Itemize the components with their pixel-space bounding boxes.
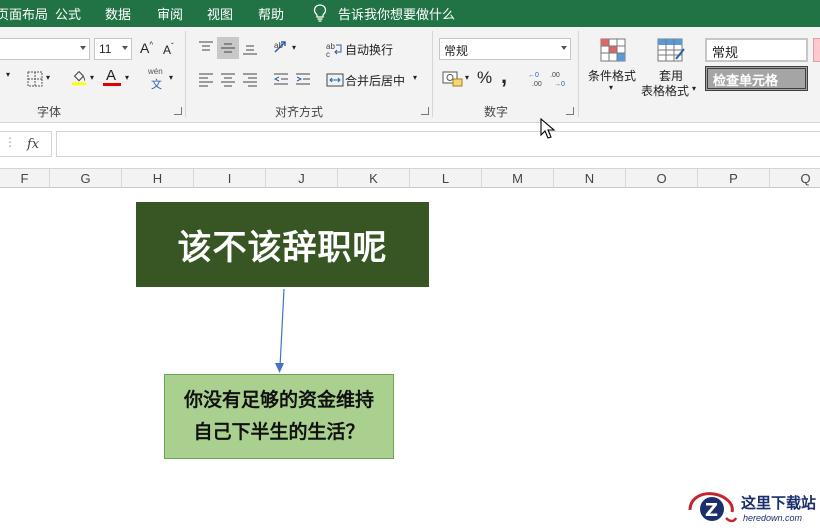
align-top-icon[interactable] — [197, 39, 215, 57]
column-header[interactable]: J — [266, 169, 338, 189]
align-center-icon[interactable] — [219, 70, 237, 88]
lightbulb-icon — [313, 4, 327, 22]
svg-text:ab: ab — [274, 41, 283, 50]
align-bottom-icon[interactable] — [241, 39, 259, 57]
svg-text:←0: ←0 — [528, 72, 539, 79]
wrap-text-button[interactable]: 自动换行 — [345, 41, 393, 58]
increase-decimal-icon[interactable]: ←0 .00 — [528, 69, 548, 87]
column-header[interactable]: Q — [770, 169, 820, 189]
number-group-launcher[interactable] — [566, 107, 574, 115]
number-format-dropdown[interactable]: 常规 — [439, 38, 571, 60]
font-size-value: 11 — [99, 42, 112, 56]
mouse-pointer-icon — [540, 118, 556, 139]
font-color-button[interactable]: A — [103, 67, 121, 87]
decrease-decimal-icon[interactable]: .00 →0 — [550, 69, 570, 87]
style-check-cell[interactable]: 检查单元格 — [705, 66, 808, 91]
alignment-group-launcher[interactable] — [421, 107, 429, 115]
column-header[interactable]: I — [194, 169, 266, 189]
font-name-dropdown[interactable] — [0, 38, 90, 60]
font-group-launcher[interactable] — [174, 107, 182, 115]
formula-bar: ⋮ fx — [0, 123, 820, 168]
column-header[interactable]: P — [698, 169, 770, 189]
align-right-icon[interactable] — [241, 70, 259, 88]
watermark-name: 这里下载站 — [741, 494, 817, 512]
number-group-label: 数字 — [484, 105, 509, 119]
column-headers: F G H I J K L M N O P Q — [0, 168, 820, 189]
fill-color-icon[interactable] — [70, 68, 88, 86]
style-bad[interactable] — [813, 38, 820, 62]
tab-formulas[interactable]: 公式 — [55, 4, 81, 23]
shrink-font-button[interactable]: Aˇ — [163, 42, 174, 57]
tab-review[interactable]: 审阅 — [157, 4, 183, 23]
question-line-1: 你没有足够的资金维持 — [183, 389, 374, 411]
insert-function-button[interactable]: fx — [27, 137, 39, 152]
question-line-2: 自己下半生的生活？ — [193, 421, 365, 443]
column-header[interactable]: G — [50, 169, 122, 189]
font-color-bar — [103, 83, 121, 86]
comma-style-button[interactable]: , — [501, 63, 507, 89]
column-header[interactable]: O — [626, 169, 698, 189]
merge-center-icon[interactable] — [326, 71, 344, 89]
tab-page-layout[interactable]: 页面布局 — [0, 4, 48, 23]
align-left-icon[interactable] — [197, 70, 215, 88]
font-size-dropdown[interactable]: 11 — [94, 38, 132, 60]
column-header[interactable]: M — [482, 169, 554, 189]
phonetic-guide-button[interactable]: wén 文 — [148, 67, 166, 91]
worksheet-grid[interactable]: 该不该辞职呢 你没有足够的资金维持 自己下半生的生活？ — [0, 188, 820, 528]
ribbon-tab-bar: 页面布局 公式 数据 审阅 视图 帮助 告诉我你想要做什么 — [0, 0, 820, 27]
borders-icon[interactable] — [26, 70, 44, 88]
percent-style-button[interactable]: % — [477, 68, 492, 88]
accounting-format-icon[interactable] — [441, 69, 465, 87]
decrease-indent-icon[interactable] — [272, 70, 290, 88]
wrap-text-icon[interactable]: ab c — [326, 40, 344, 58]
svg-text:→0: →0 — [554, 81, 565, 87]
format-as-table-button[interactable]: 表格格式 — [641, 82, 689, 99]
conditional-formatting-icon[interactable] — [598, 37, 628, 63]
tab-data[interactable]: 数据 — [105, 4, 131, 23]
column-header[interactable]: F — [0, 169, 50, 189]
formula-input[interactable] — [56, 131, 820, 157]
underline-dropdown-arrow[interactable]: ▾ — [6, 70, 10, 79]
font-group-label: 字体 — [37, 105, 62, 119]
title-shape-text: 该不该辞职呢 — [177, 229, 388, 267]
watermark-url: heredown.com — [743, 513, 803, 523]
formula-bar-controls: ⋮ fx — [0, 131, 52, 157]
conditional-formatting-button[interactable]: 条件格式 — [588, 67, 636, 84]
connector-arrow[interactable] — [270, 287, 300, 377]
number-format-value: 常规 — [444, 44, 469, 58]
format-as-table-icon[interactable] — [656, 37, 686, 63]
style-normal[interactable]: 常规 — [705, 38, 808, 62]
column-header[interactable]: N — [554, 169, 626, 189]
orientation-icon[interactable]: ab — [272, 38, 290, 56]
svg-text:.00: .00 — [550, 72, 560, 79]
more-options-icon[interactable]: ⋮ — [4, 135, 16, 149]
column-header[interactable]: K — [338, 169, 410, 189]
column-header[interactable]: H — [122, 169, 194, 189]
tab-help[interactable]: 帮助 — [258, 4, 284, 23]
merge-center-dropdown[interactable]: ▾ — [413, 73, 417, 82]
title-shape[interactable]: 该不该辞职呢 — [136, 202, 429, 287]
svg-text:.00: .00 — [532, 81, 542, 87]
grow-font-button[interactable]: A^ — [140, 40, 153, 56]
tab-view[interactable]: 视图 — [207, 4, 233, 23]
ribbon: 11 A^ Aˇ ▾ ▾ ▾ A ▾ wén 文 ▾ 字体 ab ▾ ab c … — [0, 27, 820, 123]
align-middle-icon[interactable] — [219, 39, 237, 57]
svg-text:c: c — [326, 50, 330, 58]
tell-me-search[interactable]: 告诉我你想要做什么 — [338, 4, 455, 23]
column-header[interactable]: L — [410, 169, 482, 189]
merge-center-button[interactable]: 合并后居中 — [345, 72, 405, 89]
increase-indent-icon[interactable] — [294, 70, 312, 88]
heredown-logo-icon: Z — [688, 492, 738, 523]
alignment-group-label: 对齐方式 — [275, 105, 324, 119]
svg-text:Z: Z — [705, 500, 718, 521]
question-shape[interactable]: 你没有足够的资金维持 自己下半生的生活？ — [164, 374, 394, 459]
